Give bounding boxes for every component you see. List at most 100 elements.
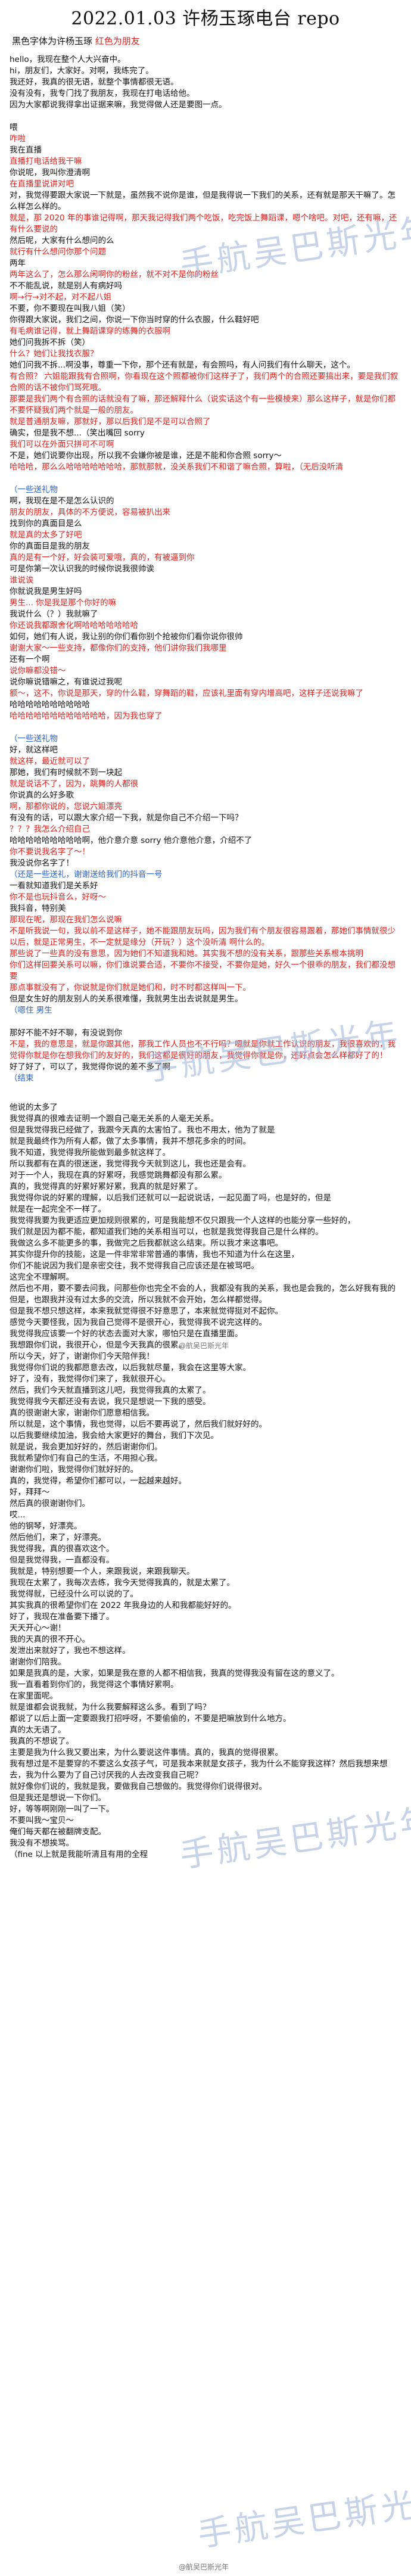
speaker-line: 好了，没有，我觉得你们来了，我就很开心。 xyxy=(10,1374,170,1384)
speaker-line: 我没有不想挨骂。 xyxy=(10,1838,74,1848)
friend-line: 你不是也玩抖音么，好呀～ xyxy=(10,892,106,902)
friend-line: 就是真的太多了好吧 xyxy=(10,530,82,540)
friend-line: ？？？我怎么介绍自己 xyxy=(10,825,90,834)
friend-line: 那点事就没有了，你说就是你们就是她们和，时不时都这样叫一下。 xyxy=(10,983,251,993)
friend-line: 我们可以在外面只拼可不可啊 xyxy=(10,440,114,449)
speaker-line: 但是女生好的朋友别人的关系很难懂，我就男生出去说就是男生。 xyxy=(10,994,243,1004)
speaker-line: 所以我都有在真的很迷迷，我觉得我今天就到这儿，我也还是会有。 xyxy=(10,1159,251,1169)
friend-line: 不是听我说一句，我以前不是这样子，她不能跟朋友玩吗，因为我们有个朋友很容易跟着，… xyxy=(10,926,396,947)
speaker-line: 我就希望你们有自己的生活，不用担心我。 xyxy=(10,1454,163,1463)
speaker-line: 你说呢，我叫你澄清啊 xyxy=(10,168,90,178)
speaker-line: 这完全不理解啊。 xyxy=(10,1273,74,1282)
friend-line: 你不要说我名字了～！ xyxy=(10,847,90,857)
friend-line: 就是，那 2020 年的事谁记得啊，那天我记得我们两个吃饭，吃完饭上舞蹈课，嗯个… xyxy=(10,213,397,234)
speaker-line: 他的钢琴，好漂亮。 xyxy=(10,1522,82,1531)
friend-line: 有毛病谁记得，就上舞蹈课穿的练舞的衣服啊 xyxy=(10,326,170,336)
speaker-line: 啊，我现在是不是怎么认识的 xyxy=(10,496,114,506)
friend-line: 那现在呢，那现在我们怎么说嘛 xyxy=(10,915,122,925)
speaker-line: 喂 xyxy=(10,123,18,132)
friend-line: 谁说诶 xyxy=(10,575,34,585)
speaker-line: （fine 以上就是我能听清且有用的全程 xyxy=(10,1850,148,1859)
speaker-line: 都说了以后上面一定要跟我打招呼呀，不要偷偷的，不要是把嘛放到什么地方。 xyxy=(10,1714,291,1723)
note-line: （一些送礼物 xyxy=(10,734,58,743)
speaker-line: 主要是我为什么我又要出来，为什么要说这件事情。真的，我真的觉得很累。 xyxy=(10,1748,283,1757)
friend-line: 啊→行→对不起，对不起八姐 xyxy=(10,293,112,302)
speaker-line: 我觉得真的很难去证明一个跟自己毫无关系的人毫无关系。 xyxy=(10,1114,219,1124)
speaker-line: 那她，我们有时候就不到一块起 xyxy=(10,768,122,777)
speaker-line: 就好像你们说的，我就是我，要做我自己想做的。我觉得你们说得很对。 xyxy=(10,1782,267,1791)
speaker-line: 我有想过是不是要穿的不要这么女孩子气，可是我本来就是女孩子，我为什么不能穿我这样… xyxy=(10,1759,388,1780)
speaker-line: 没有没有，我专门找了我朋友，我现在打电话给他。 xyxy=(10,89,195,98)
speaker-line: 哈哈哈哈哈哈哈哈哈啊，他介意介意 sorry 他介意他介意，介绍不了 xyxy=(10,836,253,845)
speaker-line: 感觉今天要怪我，因为我自己觉得不是很开心，我觉得我不说完这样的。 xyxy=(10,1318,267,1327)
speaker-line: 如果是我真的是，大家，如果是我在意的人都不相信我，我真的觉得我没有留在这的意义了… xyxy=(10,1669,340,1678)
speaker-line: 说你嘛说错嘛之，有谁说过我呢 xyxy=(10,677,122,687)
speaker-line: 对于一个人，我现在真的好累呀，我感觉跳舞都没有那么累。 xyxy=(10,1171,227,1180)
speaker-line: 你们不能说因为我们是亲密交往，我不觉得我自己应该还是在被骂吧。 xyxy=(10,1261,259,1271)
speaker-line: 他说的太多了 xyxy=(10,1103,58,1112)
friend-line: 直播打电话给我干嘛 xyxy=(10,157,82,166)
speaker-line: 不是，她们说要你出现，所以我不会嫌你被是谁，还是不能和你合照 sorry～ xyxy=(10,451,282,461)
speaker-line: 我做这么多不能更多的事，我做完之后我都就这么结束。所以我才来这事吧。 xyxy=(10,1239,283,1248)
speaker-line: 就是我最终作为所有人都，做了太多事情，我并不想花多余的时间。 xyxy=(10,1137,251,1146)
speaker-line: 我觉得我应该要一个好的状态去面对大家，哪怕只是在直播里面。 xyxy=(10,1329,243,1339)
speaker-line: 我觉得就，已经没什么可以说的了。 xyxy=(10,1589,138,1599)
color-legend: 黑色字体为许杨玉琢 红色为朋友 xyxy=(12,35,401,47)
speaker-line: 我就是，特别想要一个人，来跟我说，来跟我聊天。 xyxy=(10,1567,195,1576)
friend-line: 哈哈哈哈哈哈哈哈哈哈哈哈，因为我也穿了 xyxy=(10,711,163,721)
speaker-line: 我没说你名字了！ xyxy=(10,858,74,868)
speaker-line: 然后也不用，要不要去问我，问那些你也完全不会的人，我都没有我的关系，我也是会我的… xyxy=(10,1284,396,1293)
speaker-line: 还有一个啊 xyxy=(10,655,50,664)
friend-line: 在直播里说讲对吧 xyxy=(10,179,74,189)
speaker-line: 我觉得你说的好累的理解，以后我们还就可以一起说说话，一起见面了吗，也是好的，但是 xyxy=(10,1193,331,1203)
speaker-line: 真的，我觉得真的好累好累好累，我真的就是好累了。 xyxy=(10,1182,203,1191)
speaker-line: 以后我要继续加油，我会给大家更好的舞台，我们下次见。 xyxy=(10,1431,219,1441)
speaker-line: 真的很谢谢大家，谢谢你们愿意相信我。 xyxy=(10,1408,154,1418)
speaker-line: hi，朋友们，大家好。对啊，我练完了。 xyxy=(10,66,154,76)
speaker-line: 确实，但是我不想...（笑出嘴回 sorry xyxy=(10,428,145,438)
transcript-body: hello，我现在整个人大兴奋中。 hi，朋友们，大家好。对啊，我练完了。 我还好，… xyxy=(10,54,401,1861)
speaker-line: 就是在一起完全不一样了。 xyxy=(10,1205,106,1214)
friend-line: 谢谢大家～一些支持，都像你们的支持，他们讲你我们我哪里 xyxy=(10,643,227,653)
speaker-line: 好，拜拜～ xyxy=(10,1488,50,1497)
speaker-line: 哎... xyxy=(10,1510,26,1520)
speaker-line: 你得跟大家说，我们之间，你说一下你当时穿的什么衣服，什么鞋好吧 xyxy=(10,315,259,325)
speaker-line: 不要，你不要现在叫我八姐（笑） xyxy=(10,304,130,313)
speaker-line: 对，我觉得要跟大家说一下就是，虽然我不说你是谁，但是我得说一下我们的关系，还有就… xyxy=(10,191,396,211)
note-line: （一些送礼物 xyxy=(10,485,58,494)
speaker-line: 然后他们，来了，好漂亮。 xyxy=(10,1533,106,1542)
speaker-line: 一看就知道我们是关系好 xyxy=(10,881,98,891)
speaker-line: 我觉得你们说的我都愿意去改，以后我就尽量，我会在这里等大家。 xyxy=(10,1363,251,1373)
friend-line: 就这样，最近就可以了 xyxy=(10,757,90,766)
friend-line: 哈哈哈，那么么哈哈哈哈哈哈哈，那就那就，没关系我们不和谐了嘛合照，算啦，（无后没… xyxy=(10,462,344,472)
speaker-line: 两年 xyxy=(10,259,26,268)
speaker-line: 就是谁都会说我就，为什么我要解释这么多。看到了吗？ xyxy=(10,1703,211,1712)
document-title: 2022.01.03 许杨玉琢电台 repo xyxy=(71,8,340,29)
speaker-line: 真的太无语了。 xyxy=(10,1725,66,1735)
friend-line: 就是说话不了，因为，跳舞的人都很 xyxy=(10,779,138,789)
speaker-line: 天天开心～谢！ xyxy=(10,1623,66,1633)
speaker-line: 但是我觉得我，一直都没有。 xyxy=(10,1555,114,1565)
speaker-line: 其实我真的很希望你们在 2022 年我身边的人和我都能好好的。 xyxy=(10,1601,236,1610)
speaker-line: 真的，我觉得，希望你们都可以，一起越来越好。 xyxy=(10,1476,186,1486)
speaker-line: 你说真的么好多歌 xyxy=(10,791,74,800)
friend-line: 你还说我都跟舍化啊哈哈哈哈哈哈哈 xyxy=(10,621,138,630)
friend-line: 咋啦 xyxy=(10,134,26,144)
speaker-line: 我们就是因为都不能，都知道我们她的关系相当可以，也就是我觉得我自己是什么样的。 xyxy=(10,1227,323,1237)
friend-line: 有合照？ 六姐能跟我有合照啊，你看现在这个照都被你们这样子了，我们两个的合照还要… xyxy=(10,372,398,393)
note-line: （结束 xyxy=(10,1074,34,1083)
speaker-line: 我说什么（？）我就嘛了 xyxy=(10,609,98,619)
speaker-line: 我觉得我今天都还没有去说，我只是想说一下我的感受。 xyxy=(10,1397,211,1407)
speaker-line: 但是，也跟我并没有过太多的交流，所以我就不会开始，怎么样都觉得。 xyxy=(10,1295,267,1305)
friend-line: 男生... 你是我是那个你好的嘛 xyxy=(10,598,117,608)
friend-line: 那些说了一些真的没有意思，因为她们不知道我和她。其实我不想的没有关系，跟那些关系… xyxy=(10,949,363,959)
speaker-line: 可是你第一次认识我的时候你说我很帅诶 xyxy=(10,564,154,574)
friend-line: 什么？她们让我找衣服？ xyxy=(10,349,98,359)
speaker-line: 我不知道，我觉得我所能做到最多就这样了。 xyxy=(10,1148,170,1158)
speaker-line: 你的真面目是我的朋友 xyxy=(10,542,90,551)
legend-red-text: 红色为朋友 xyxy=(95,36,140,46)
speaker-line: 我觉得我，真的很喜欢这个。 xyxy=(10,1544,114,1554)
